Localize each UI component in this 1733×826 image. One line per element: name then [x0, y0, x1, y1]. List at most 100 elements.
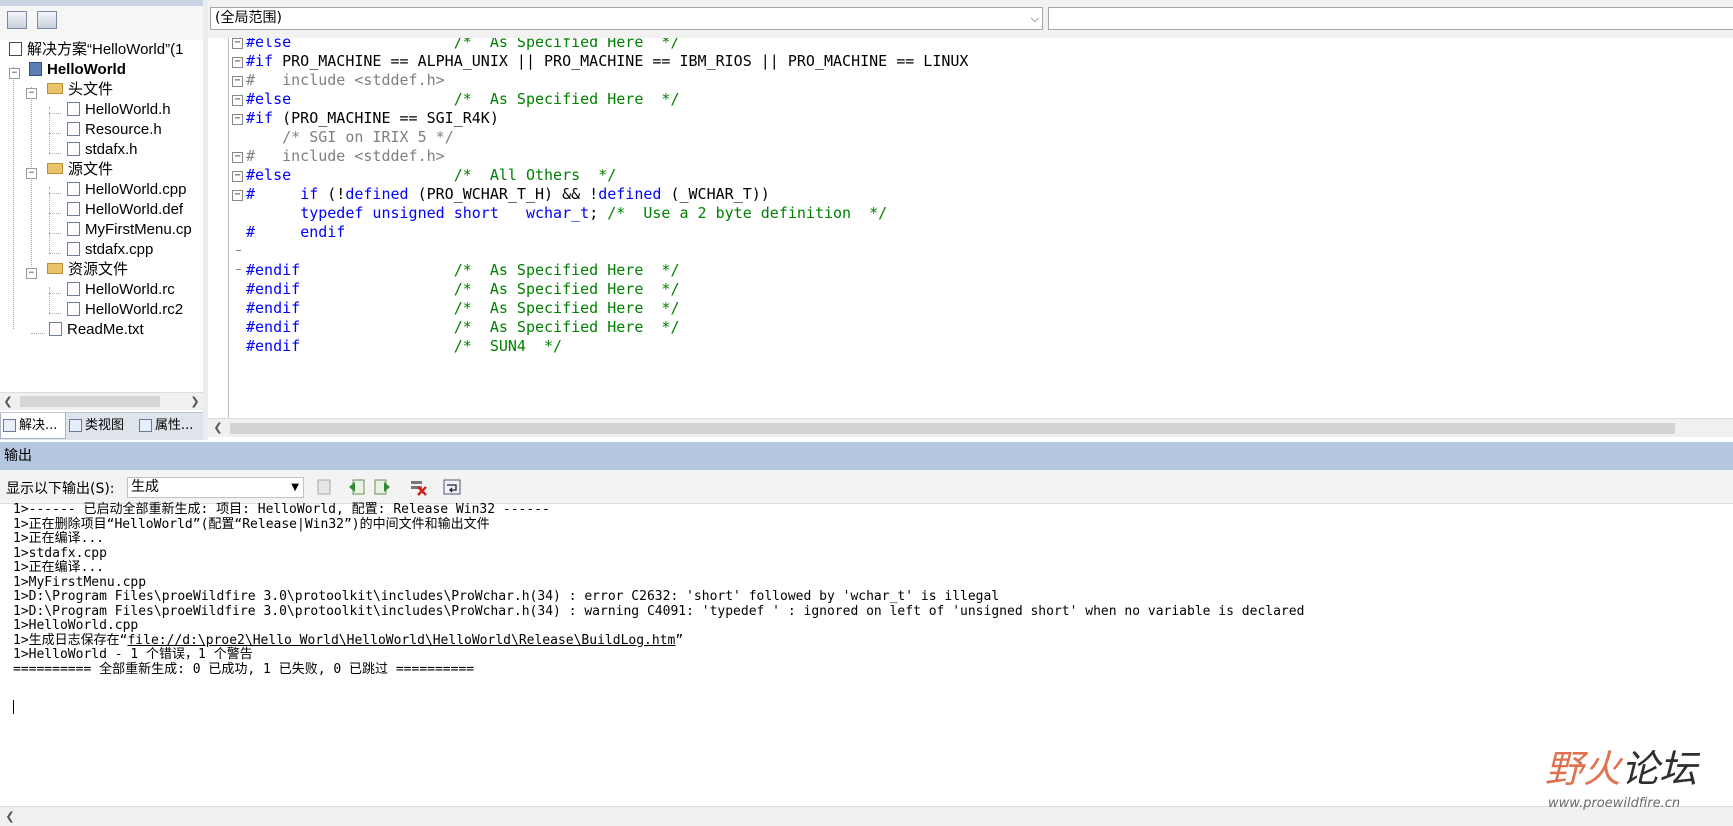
tab-properties[interactable]: 属性... — [137, 413, 203, 439]
code-line: #else /* As Specified Here */ — [246, 90, 680, 108]
code-line: /* SGI on IRIX 5 */ — [246, 128, 454, 146]
properties-icon — [139, 419, 152, 432]
tree-item-file[interactable]: stdafx.h — [67, 140, 138, 160]
scroll-right-icon[interactable]: ❯ — [187, 393, 203, 410]
scrollbar-thumb[interactable] — [20, 396, 160, 407]
clear-all-icon[interactable] — [408, 478, 428, 496]
go-to-previous-message-icon[interactable] — [347, 478, 367, 496]
tree-item-header-files[interactable]: 头文件 — [47, 80, 113, 100]
tree-item-file[interactable]: HelloWorld.def — [67, 200, 183, 220]
collapse-header-files-toggle[interactable]: − — [26, 88, 37, 99]
code-line: # include <stddef.h> — [246, 71, 445, 89]
forum-watermark: 野火论坛 www.proewildfire.cn — [1545, 738, 1725, 818]
output-source-dropdown[interactable]: 生成 ▼ — [127, 477, 304, 498]
tree-item-file[interactable]: MyFirstMenu.cp — [67, 220, 192, 240]
tree-item-project[interactable]: HelloWorld — [29, 60, 126, 80]
go-to-next-message-icon[interactable] — [372, 478, 392, 496]
solution-explorer-toolbar — [0, 0, 203, 41]
output-line: 1>D:\Program Files\proeWildfire 3.0\prot… — [13, 603, 1305, 619]
output-source-label: 显示以下输出(S): — [6, 481, 115, 497]
tree-item-file[interactable]: HelloWorld.rc — [67, 280, 175, 300]
folder-icon — [47, 163, 63, 174]
editor-horizontal-scrollbar[interactable]: ❮ — [208, 418, 1733, 437]
code-line: # endif — [246, 223, 346, 241]
fold-toggle[interactable]: − — [232, 95, 243, 106]
tab-solution-explorer[interactable]: 解决... — [0, 413, 66, 439]
tree-item-file[interactable]: HelloWorld.h — [67, 100, 171, 120]
output-panel-title: 输出 — [0, 442, 1733, 470]
code-line: #endif /* As Specified Here */ — [246, 299, 680, 317]
code-line: #else /* All Others */ — [246, 166, 617, 184]
tree-item-file[interactable]: HelloWorld.rc2 — [67, 300, 183, 320]
code-editor[interactable]: − − − − − − − − #else /* As Specified He… — [208, 38, 1733, 418]
code-line: #endif /* As Specified Here */ — [246, 280, 680, 298]
properties-icon[interactable] — [7, 11, 27, 29]
tree-item-solution[interactable]: 解决方案“HelloWorld”(1 — [9, 40, 183, 60]
member-dropdown[interactable] — [1048, 7, 1733, 30]
left-panel-tabs: 解决... 类视图 属性... — [0, 412, 203, 440]
text-file-icon — [49, 322, 62, 336]
solution-icon — [9, 42, 22, 56]
code-line: #endif /* As Specified Here */ — [246, 261, 680, 279]
code-line: typedef unsigned short wchar_t; /* Use a… — [300, 204, 888, 222]
output-toolbar: 显示以下输出(S): 生成 ▼ — [0, 470, 1733, 504]
tree-item-file[interactable]: Resource.h — [67, 120, 162, 140]
scroll-left-icon[interactable]: ❮ — [2, 808, 18, 825]
show-all-files-icon[interactable] — [37, 11, 57, 29]
editor-navigation-bar: (全局范围) ⌵ — [208, 0, 1733, 38]
cpp-file-icon — [67, 182, 80, 196]
fold-toggle[interactable]: − — [232, 76, 243, 87]
tree-item-file[interactable]: HelloWorld.cpp — [67, 180, 186, 200]
outline-gutter — [228, 38, 229, 418]
fold-toggle[interactable]: − — [232, 190, 243, 201]
panel-caption-strip — [0, 0, 203, 6]
solution-tree: − − − − 解决方案“HelloWorld”(1 HelloWorld 头文… — [0, 40, 203, 390]
scroll-left-icon[interactable]: ❮ — [0, 393, 16, 410]
folder-icon — [47, 263, 63, 274]
code-line: #if PRO_MACHINE == ALPHA_UNIX || PRO_MAC… — [246, 52, 969, 70]
resource-file-icon — [67, 302, 80, 316]
scrollbar-thumb[interactable] — [230, 423, 1675, 434]
fold-toggle[interactable]: − — [232, 152, 243, 163]
def-file-icon — [67, 202, 80, 216]
cpp-file-icon — [67, 222, 80, 236]
tree-horizontal-scrollbar[interactable]: ❮ ❯ — [0, 392, 203, 410]
scope-dropdown[interactable]: (全局范围) ⌵ — [210, 7, 1043, 30]
project-icon — [29, 62, 42, 76]
code-line: #endif /* As Specified Here */ — [246, 318, 680, 336]
toggle-word-wrap-icon[interactable] — [442, 478, 462, 496]
fold-toggle[interactable]: − — [232, 114, 243, 125]
header-file-icon — [67, 122, 80, 136]
scroll-left-icon[interactable]: ❮ — [210, 419, 226, 436]
find-message-icon[interactable] — [314, 478, 334, 496]
output-text-area[interactable]: 1>------ 已启动全部重新生成: 项目: HelloWorld, 配置: … — [0, 502, 1733, 804]
tree-item-resource-files[interactable]: 资源文件 — [47, 260, 128, 280]
watermark-url: www.proewildfire.cn — [1548, 796, 1681, 811]
folder-icon — [47, 83, 63, 94]
fold-toggle[interactable]: − — [232, 171, 243, 182]
tree-item-file[interactable]: stdafx.cpp — [67, 240, 153, 260]
chevron-down-icon: ▼ — [291, 482, 299, 493]
tab-class-view[interactable]: 类视图 — [67, 413, 135, 439]
tree-item-source-files[interactable]: 源文件 — [47, 160, 113, 180]
code-line: #endif /* SUN4 */ — [246, 337, 563, 355]
fold-toggle[interactable]: − — [232, 38, 243, 49]
collapse-project-toggle[interactable]: − — [9, 68, 20, 79]
chevron-down-icon: ⌵ — [1030, 12, 1039, 25]
collapse-source-files-toggle[interactable]: − — [26, 168, 37, 179]
watermark-logo-text: 野火论坛 — [1545, 747, 1698, 791]
fold-toggle[interactable]: − — [232, 57, 243, 68]
tree-item-file[interactable]: ReadMe.txt — [49, 320, 144, 340]
header-file-icon — [67, 142, 80, 156]
code-line: #if (PRO_MACHINE == SGI_R4K) — [246, 109, 499, 127]
output-horizontal-scrollbar[interactable]: ❮ — [0, 806, 1733, 826]
solution-icon — [3, 419, 16, 432]
build-log-link[interactable]: file://d:\proe2\Hello World\HelloWorld\H… — [127, 633, 675, 648]
output-line: ========== 全部重新生成: 0 已成功, 1 已失败, 0 已跳过 =… — [13, 661, 475, 677]
collapse-resource-files-toggle[interactable]: − — [26, 268, 37, 279]
class-view-icon — [69, 419, 82, 432]
text-caret — [13, 700, 14, 714]
code-line: # include <stddef.h> — [246, 147, 445, 165]
cpp-file-icon — [67, 242, 80, 256]
code-line: # if (!defined (PRO_WCHAR_T_H) && !defin… — [246, 185, 770, 203]
